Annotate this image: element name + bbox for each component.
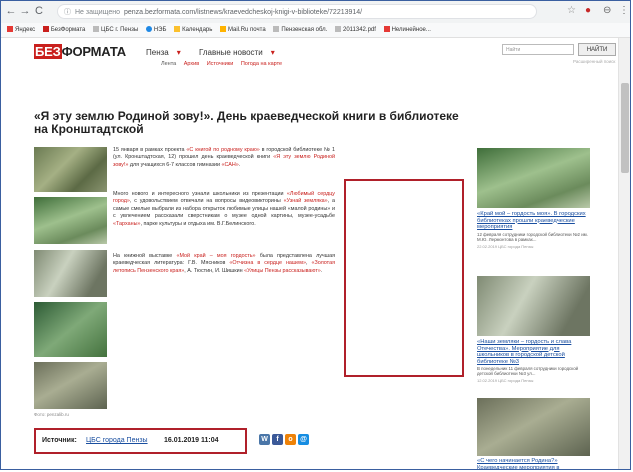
info-icon[interactable]: ⓘ (64, 9, 71, 16)
ok-share-icon[interactable]: o (285, 434, 296, 445)
top-nav: Пенза ▾ Главные новости ▾ (146, 48, 291, 57)
article-link[interactable]: «Улицы Пензы рассказывают» (244, 268, 321, 274)
article-paragraph: 15 января в рамках проекта «С книгой по … (113, 147, 335, 168)
source-label: Источник: (42, 437, 77, 444)
secure-label: Не защищено (75, 9, 120, 16)
browser-toolbar: ← → C ⓘ Не защищено penza.bezformata.com/l… (1, 1, 630, 24)
bookmark-favicon-icon (273, 26, 280, 33)
sidebar-news-meta: 22.02.2019 ЦБС города Пензы (477, 244, 534, 249)
nav-city[interactable]: Пенза ▾ (146, 48, 189, 57)
forward-icon[interactable]: → (19, 5, 31, 17)
browser-window: ← → C ⓘ Не защищено penza.bezformata.com/l… (0, 0, 631, 470)
source-box: Источник: ЦБС города Пензы 16.01.2019 11… (34, 428, 247, 454)
sidebar-news-photo[interactable] (477, 148, 590, 208)
bookmark-item[interactable]: Пензенская обл. (273, 23, 327, 37)
article-photo[interactable] (34, 302, 107, 357)
advanced-search-link[interactable]: Расширенный поиск (573, 59, 615, 64)
facebook-share-icon[interactable]: f (272, 434, 283, 445)
bookmark-item[interactable]: Календарь (174, 23, 212, 37)
article-link[interactable]: «Отчизна в сердце нашем» (229, 260, 306, 266)
reload-icon[interactable]: C (33, 5, 45, 17)
vk-share-icon[interactable]: W (259, 434, 270, 445)
subnav-sources[interactable]: Источники (207, 61, 234, 67)
sidebar-news-meta: 12.02.2019 ЦБС города Пензы (477, 378, 534, 383)
ad-placeholder (344, 179, 464, 377)
search-input[interactable]: Найти (502, 44, 574, 55)
sidebar-news-title[interactable]: «С чего начинается Родина?» Краеведчески… (477, 458, 592, 469)
bookmark-item[interactable]: Яндекс (7, 23, 35, 37)
address-bar[interactable]: ⓘ Не защищено penza.bezformata.com/listnew… (57, 4, 537, 19)
sidebar-news-desc: 12 февраля сотрудники городской библиоте… (477, 232, 588, 243)
photo-credit: Фото: penzalib.ru (34, 412, 69, 417)
subnav-feed[interactable]: Лента (161, 61, 176, 67)
article-link[interactable]: «С книгой по родному краю» (186, 147, 259, 153)
account-icon[interactable]: ⊖ (603, 5, 611, 16)
chevron-down-icon: ▾ (270, 48, 275, 57)
bookmark-item[interactable]: НЭБ (145, 23, 166, 37)
subnav-weather[interactable]: Погода на карте (241, 61, 282, 67)
bookmarks-bar: Яндекс БезФормата ЦБС г. Пензы НЭБ Кален… (1, 23, 630, 38)
back-icon[interactable]: ← (5, 5, 17, 17)
bookmark-favicon-icon (145, 26, 152, 33)
sidebar-news-desc: В понедельник 11 февраля сотрудники горо… (477, 366, 579, 377)
bookmark-favicon-icon (42, 26, 49, 33)
nav-main-news[interactable]: Главные новости ▾ (199, 48, 283, 57)
article-paragraph: Много нового и интересного узнали школьн… (113, 191, 336, 227)
article-paragraph: На книжной выставке «Мой край – моя горд… (113, 253, 335, 274)
scrollbar[interactable] (618, 38, 630, 469)
bookmark-favicon-icon (220, 26, 227, 33)
bookmark-item[interactable]: Нелинейное... (383, 23, 431, 37)
star-icon[interactable]: ☆ (567, 5, 576, 16)
chevron-down-icon: ▾ (176, 48, 181, 57)
site-logo[interactable]: БЕЗФОРМАТА (34, 44, 126, 59)
mail-share-icon[interactable]: @ (298, 434, 309, 445)
article-link[interactable]: «Тарханы» (113, 221, 140, 227)
sidebar-news-photo[interactable] (477, 398, 590, 456)
extension-icon[interactable]: ● (585, 5, 591, 16)
url-text: penza.bezformata.com/listnews/kraevedche… (124, 9, 363, 16)
bookmark-favicon-icon (174, 26, 181, 33)
article-photo[interactable] (34, 250, 107, 297)
source-date: 16.01.2019 11:04 (164, 437, 219, 444)
article-photo[interactable] (34, 147, 107, 192)
sidebar-news-photo[interactable] (477, 276, 590, 336)
source-link[interactable]: ЦБС города Пензы (86, 437, 148, 444)
web-page: БЕЗФОРМАТА Пенза ▾ Главные новости ▾ Лента… (1, 38, 630, 469)
article-link[interactable]: «Узнай земляка» (284, 198, 328, 204)
sidebar-news-title[interactable]: «Наши земляки – гордость и слава Отечест… (477, 339, 592, 365)
bookmark-favicon-icon (383, 26, 390, 33)
sidebar-news-title[interactable]: «Край мой – гордость моя». В городских б… (477, 211, 592, 231)
bookmark-item[interactable]: Mail.Ru почта (220, 23, 266, 37)
bookmark-item[interactable]: 2011342.pdf (334, 23, 376, 37)
article-photo[interactable] (34, 197, 107, 244)
search-button[interactable]: НАЙТИ (578, 43, 616, 56)
scrollbar-thumb[interactable] (621, 83, 629, 173)
bookmark-item[interactable]: ЦБС г. Пензы (93, 23, 138, 37)
bookmark-favicon-icon (334, 26, 341, 33)
sub-nav: Лента Архив Источники Погода на карте (161, 61, 288, 67)
article-photo[interactable] (34, 362, 107, 409)
bookmark-favicon-icon (93, 26, 100, 33)
menu-icon[interactable]: ⋮ (619, 5, 629, 16)
article-link[interactable]: «Мой край – моя гордость» (176, 253, 255, 259)
bookmark-item[interactable]: БезФормата (42, 23, 85, 37)
subnav-archive[interactable]: Архив (184, 61, 199, 67)
article-title: «Я эту землю Родиной зову!». День краеве… (34, 109, 459, 136)
bookmark-favicon-icon (7, 26, 13, 33)
article-link[interactable]: «САН» (222, 162, 239, 168)
